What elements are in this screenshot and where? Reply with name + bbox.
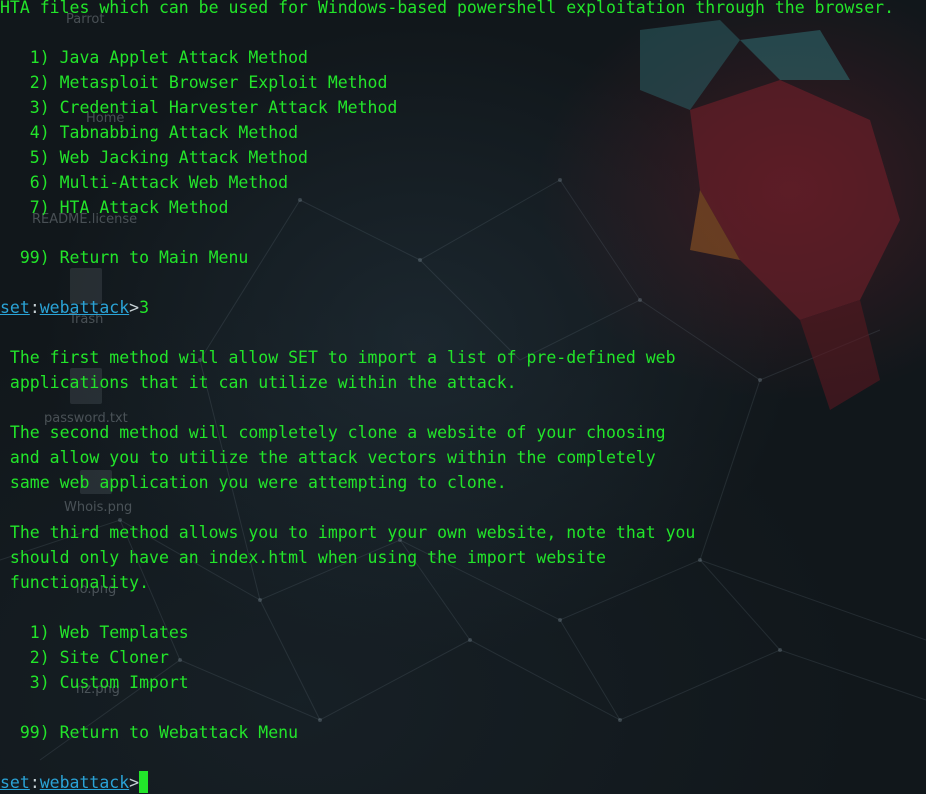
command-prompt-line: set:webattack>3 — [0, 295, 149, 320]
menu-option-return: 99) Return to Main Menu — [0, 248, 249, 267]
terminal-line: applications that it can utilize within … — [0, 373, 517, 392]
terminal-line: The first method will allow SET to impor… — [0, 348, 676, 367]
menu-option: 6) Multi-Attack Web Method — [0, 173, 289, 192]
terminal-line: should only have an index.html when usin… — [0, 548, 606, 567]
text-cursor[interactable] — [139, 771, 149, 793]
prompt-tool: set — [0, 298, 30, 317]
prompt-separator: : — [29, 298, 40, 317]
terminal-line: same web application you were attempting… — [0, 473, 507, 492]
menu-option: 3) Credential Harvester Attack Method — [0, 98, 398, 117]
terminal-line: functionality. — [0, 573, 150, 592]
prompt-symbol: > — [129, 773, 140, 792]
entered-command: 3 — [139, 298, 150, 317]
menu-option: 4) Tabnabbing Attack Method — [0, 123, 299, 142]
menu-option: 5) Web Jacking Attack Method — [0, 148, 308, 167]
prompt-symbol: > — [129, 298, 140, 317]
submenu-option-return: 99) Return to Webattack Menu — [0, 723, 299, 742]
menu-option: 2) Metasploit Browser Exploit Method — [0, 73, 388, 92]
prompt-tool: set — [0, 773, 30, 792]
terminal-line: The third method allows you to import yo… — [0, 523, 696, 542]
prompt-module: webattack — [39, 773, 130, 792]
terminal-window[interactable]: HTA files which can be used for Windows-… — [0, 0, 926, 794]
menu-option: 7) HTA Attack Method — [0, 198, 229, 217]
active-prompt-line[interactable]: set:webattack> — [0, 770, 149, 794]
submenu-option: 1) Web Templates — [0, 623, 189, 642]
terminal-line: HTA files which can be used for Windows-… — [0, 0, 895, 17]
menu-option: 1) Java Applet Attack Method — [0, 48, 308, 67]
prompt-module: webattack — [39, 298, 130, 317]
terminal-line: The second method will completely clone … — [0, 423, 666, 442]
prompt-separator: : — [29, 773, 40, 792]
terminal-line: and allow you to utilize the attack vect… — [0, 448, 656, 467]
submenu-option: 2) Site Cloner — [0, 648, 169, 667]
submenu-option: 3) Custom Import — [0, 673, 189, 692]
